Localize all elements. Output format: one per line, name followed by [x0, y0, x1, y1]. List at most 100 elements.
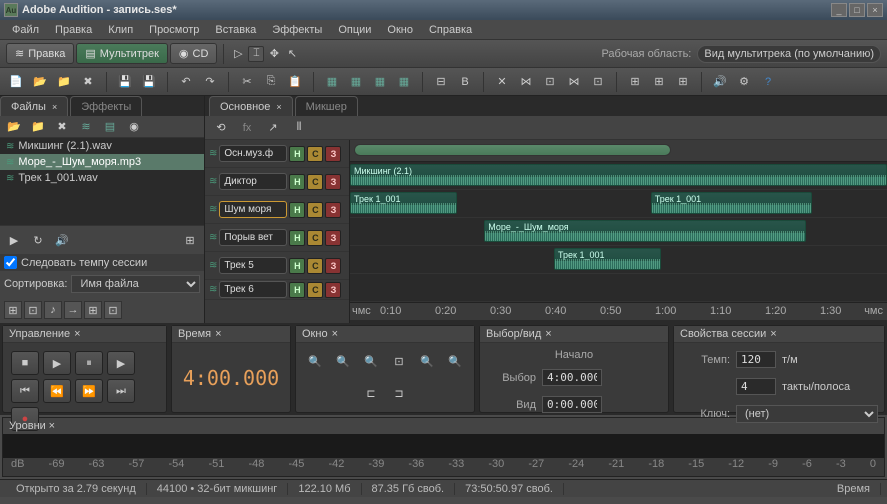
menu-effects[interactable]: Эффекты [264, 22, 330, 38]
zoom-right-icon[interactable]: ⊐ [389, 384, 409, 404]
rewind-button[interactable]: ⏪ [43, 379, 71, 403]
view3-icon[interactable]: ♪ [44, 301, 62, 319]
audio-clip[interactable]: Трек 1_001 [350, 192, 457, 214]
go-end-button[interactable]: ⏭ [107, 379, 135, 403]
timeline-scrollbar[interactable] [350, 140, 887, 162]
time-ruler[interactable]: чмс 0:100:200:300:400:501:001:101:201:30… [350, 302, 887, 320]
tab-main[interactable]: Основное× [209, 96, 293, 116]
group2-icon[interactable]: ▦ [346, 72, 366, 92]
new-icon[interactable]: 📄 [6, 72, 26, 92]
eq-icon[interactable]: ⫴ [289, 118, 309, 138]
send-icon[interactable]: ↗ [263, 118, 283, 138]
mode-cd-button[interactable]: ◉ CD [170, 43, 218, 64]
multi-icon[interactable]: ▤ [100, 117, 120, 137]
group-icon[interactable]: ▦ [322, 72, 342, 92]
view5-icon[interactable]: ⊞ [84, 301, 102, 319]
save-icon[interactable]: 💾 [115, 72, 135, 92]
record-button[interactable]: З [325, 146, 341, 162]
zoom-out-h-icon[interactable]: 🔍 [333, 351, 353, 371]
close-button[interactable]: × [867, 3, 883, 17]
import2-icon[interactable]: 📁 [28, 117, 48, 137]
snap2-icon[interactable]: ⊞ [649, 72, 669, 92]
zoom-full-icon[interactable]: 🔍 [361, 351, 381, 371]
save-all-icon[interactable]: 💾 [139, 72, 159, 92]
play-preview-icon[interactable]: ▶ [4, 230, 24, 250]
cd-add-icon[interactable]: ◉ [124, 117, 144, 137]
track-header[interactable]: ≋Трек 6 НСЗ [205, 280, 349, 300]
close-item-icon[interactable]: ✖ [52, 117, 72, 137]
bold-icon[interactable]: B [455, 72, 475, 92]
view1-icon[interactable]: ⊞ [4, 301, 22, 319]
selection-start-input[interactable] [542, 369, 602, 386]
snap-icon[interactable]: ⊞ [625, 72, 645, 92]
cursor-tool-icon[interactable]: ▷ [230, 46, 246, 62]
trim-icon[interactable]: ⊟ [431, 72, 451, 92]
zoom-sel-icon[interactable]: ⊡ [389, 351, 409, 371]
menu-clip[interactable]: Клип [100, 22, 141, 38]
audio-clip[interactable]: Трек 1_001 [554, 248, 661, 270]
snap3-icon[interactable]: ⊞ [673, 72, 693, 92]
play-loop-button[interactable]: ▶ [107, 351, 135, 375]
zoom-left-icon[interactable]: ⊏ [361, 384, 381, 404]
forward-button[interactable]: ⏩ [75, 379, 103, 403]
mode-multitrack-button[interactable]: ▤ Мультитрек [76, 43, 168, 64]
minimize-button[interactable]: _ [831, 3, 847, 17]
move-tool-icon[interactable]: ✥ [266, 46, 282, 62]
close-icon[interactable]: × [49, 420, 55, 432]
loop-mode-icon[interactable]: ⟲ [211, 118, 231, 138]
edit-icon[interactable]: ≋ [76, 117, 96, 137]
menu-window[interactable]: Окно [379, 22, 421, 38]
track-header[interactable]: ≋Диктор НСЗ [205, 168, 349, 196]
close-icon[interactable]: × [52, 102, 57, 112]
settings-icon[interactable]: ⚙ [734, 72, 754, 92]
help-icon[interactable]: ? [758, 72, 778, 92]
undo-icon[interactable]: ↶ [176, 72, 196, 92]
menu-edit[interactable]: Правка [47, 22, 100, 38]
open2-icon[interactable]: 📁 [54, 72, 74, 92]
mode-edit-button[interactable]: ≋ Правка [6, 43, 74, 64]
tab-files[interactable]: Файлы× [0, 96, 68, 116]
tab-effects[interactable]: Эффекты [70, 96, 142, 116]
group4-icon[interactable]: ▦ [394, 72, 414, 92]
view6-icon[interactable]: ⊡ [104, 301, 122, 319]
stop-preview-icon[interactable]: 🔊 [52, 230, 72, 250]
menu-help[interactable]: Справка [421, 22, 480, 38]
maximize-button[interactable]: □ [849, 3, 865, 17]
track-header[interactable]: ≋ Осн.муз.ф Н С З [205, 140, 349, 168]
menu-options[interactable]: Опции [330, 22, 379, 38]
fx1-icon[interactable]: ✕ [492, 72, 512, 92]
view-start-input[interactable] [542, 396, 602, 413]
timeline[interactable]: Микшинг (2.1) Трек 1_001 Трек 1_001 Море_-_… [350, 140, 887, 323]
sort-select[interactable]: Имя файла [71, 275, 200, 293]
zoom-out-v-icon[interactable]: 🔍 [445, 351, 465, 371]
key-select[interactable]: (нет) [736, 405, 878, 423]
cut-icon[interactable]: ✂ [237, 72, 257, 92]
track-header[interactable]: ≋Трек 5 НСЗ [205, 252, 349, 280]
pause-button[interactable]: ⏸ [75, 351, 103, 375]
workspace-select[interactable]: Вид мультитрека (по умолчанию) [697, 45, 881, 63]
menu-file[interactable]: Файл [4, 22, 47, 38]
tab-mixer[interactable]: Микшер [295, 96, 358, 116]
close-file-icon[interactable]: ✖ [78, 72, 98, 92]
menu-insert[interactable]: Вставка [207, 22, 264, 38]
options-icon[interactable]: ⊞ [180, 230, 200, 250]
solo-button[interactable]: С [307, 146, 323, 162]
zoom-in-v-icon[interactable]: 🔍 [417, 351, 437, 371]
fx5-icon[interactable]: ⊡ [588, 72, 608, 92]
copy-icon[interactable]: ⎘ [261, 72, 281, 92]
audio-clip[interactable]: Микшинг (2.1) [350, 164, 887, 186]
file-item[interactable]: ≋Море_-_Шум_моря.mp3 [0, 154, 204, 170]
menu-view[interactable]: Просмотр [141, 22, 207, 38]
open-icon[interactable]: 📂 [30, 72, 50, 92]
zoom-in-h-icon[interactable]: 🔍 [305, 351, 325, 371]
track-header[interactable]: ≋Шум моря НСЗ [205, 196, 349, 224]
stop-button[interactable]: ■ [11, 351, 39, 375]
go-start-button[interactable]: ⏮ [11, 379, 39, 403]
tempo-input[interactable] [736, 351, 776, 368]
fx-icon[interactable]: fx [237, 118, 257, 138]
file-item[interactable]: ≋Микшинг (2.1).wav [0, 138, 204, 154]
fx2-icon[interactable]: ⋈ [516, 72, 536, 92]
close-icon[interactable]: × [74, 328, 80, 340]
fx4-icon[interactable]: ⋈ [564, 72, 584, 92]
audio-clip[interactable]: Море_-_Шум_моря [484, 220, 806, 242]
